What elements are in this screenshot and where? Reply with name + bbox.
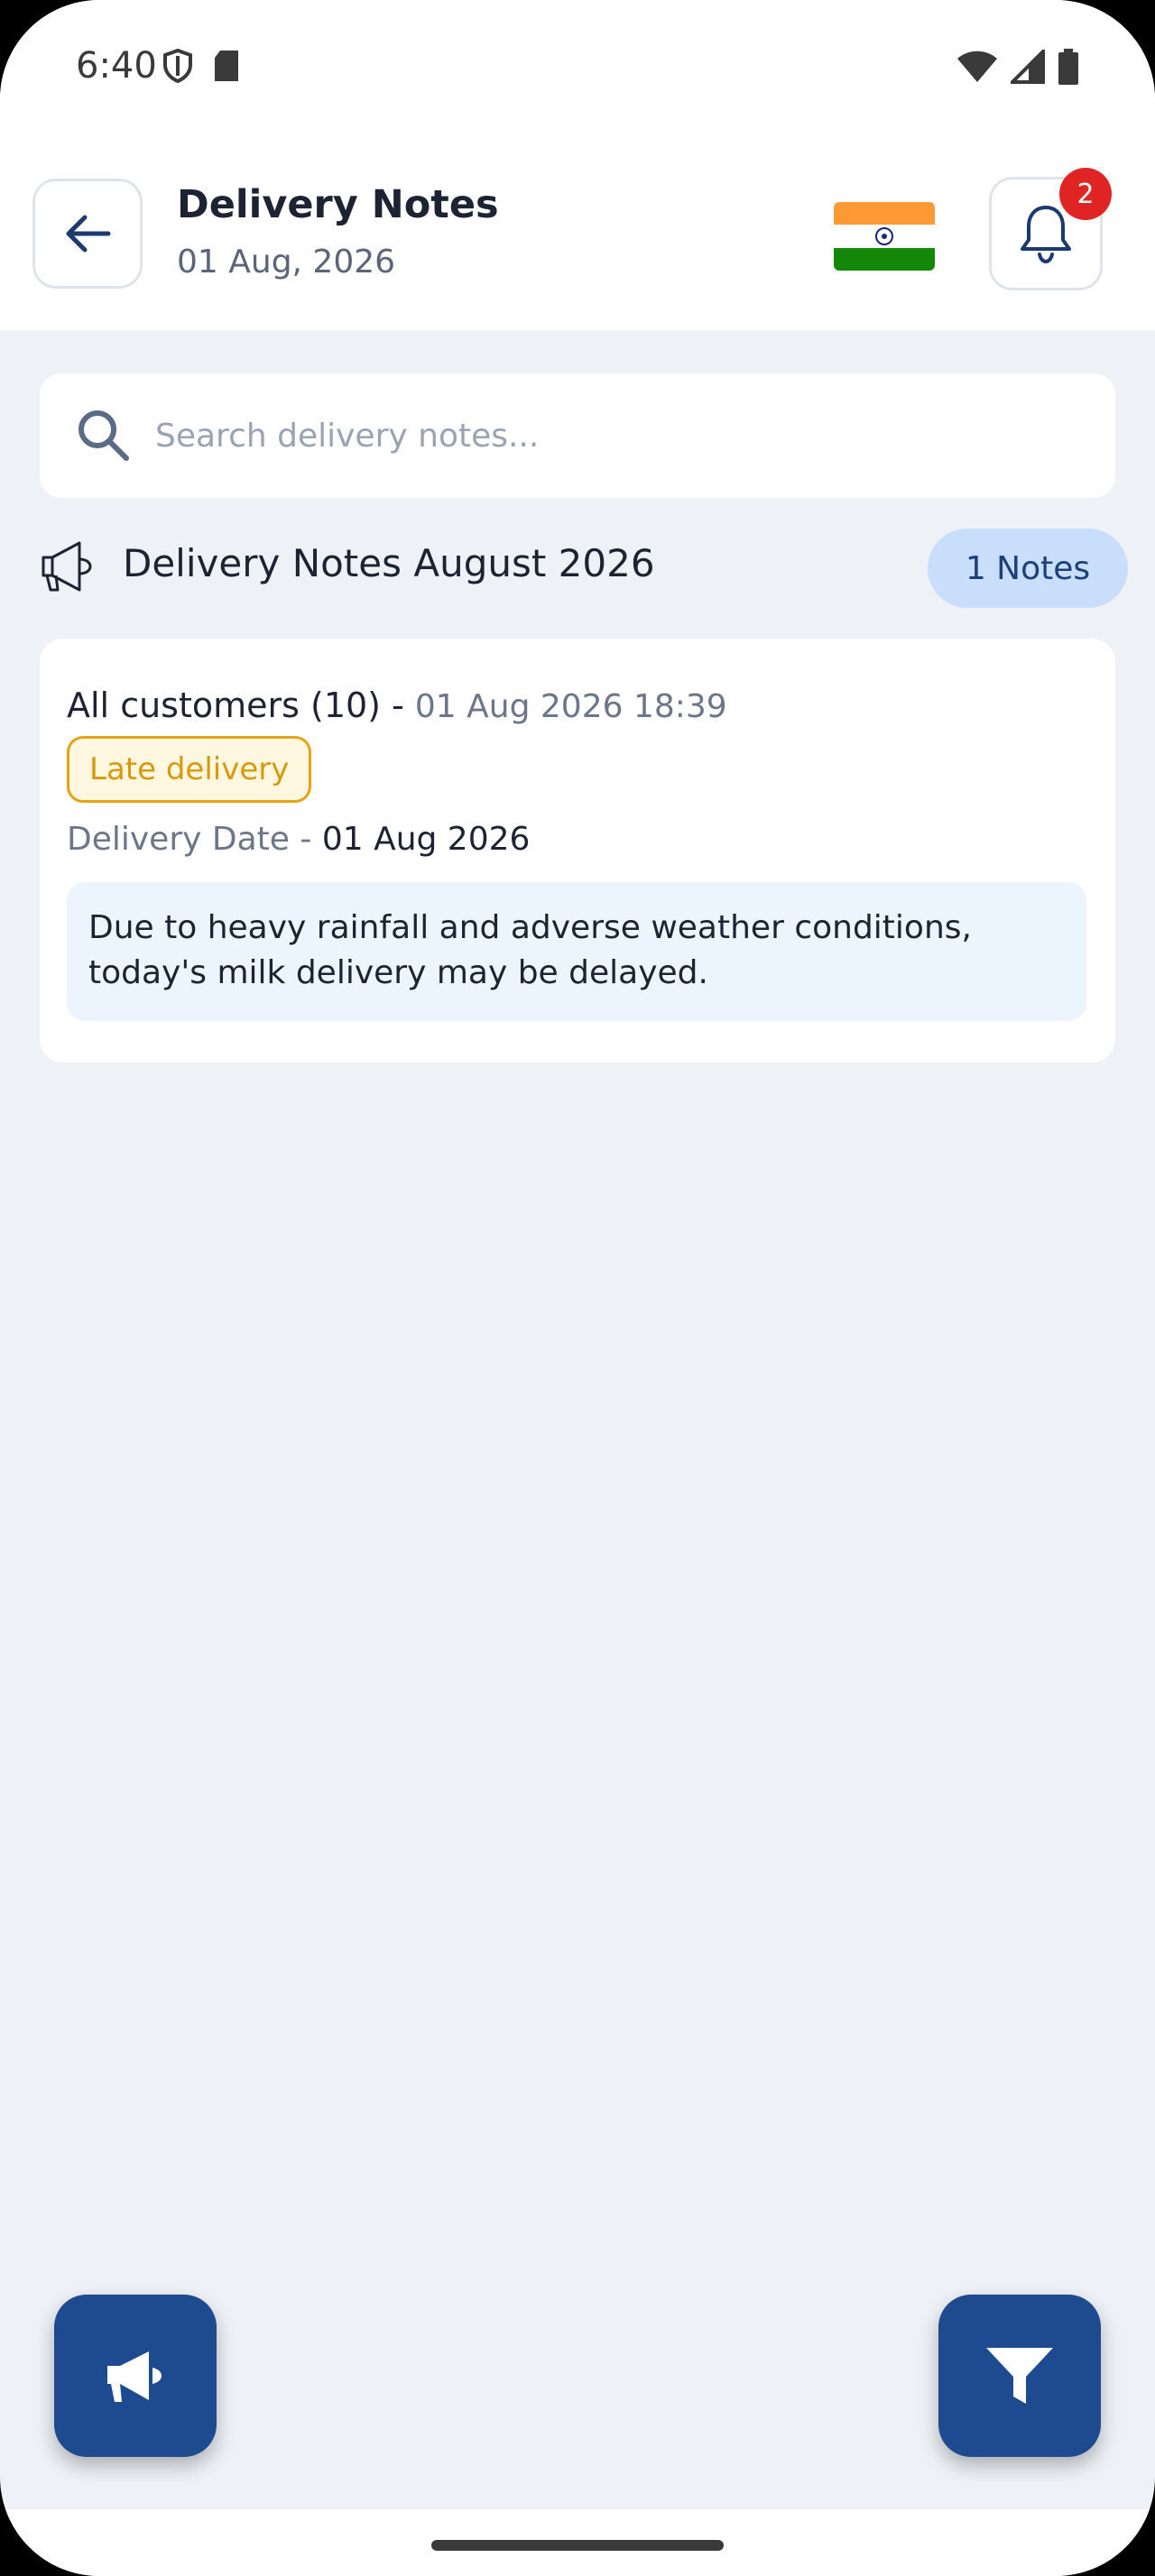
delivery-date-value: 01 Aug 2026	[321, 821, 531, 858]
notification-badge: 2	[1059, 168, 1112, 220]
status-left-icons	[162, 49, 240, 83]
note-delivery-date: Delivery Date - 01 Aug 2026	[67, 821, 530, 858]
page-title: Delivery Notes	[177, 182, 499, 227]
battery-icon	[1058, 49, 1078, 85]
signal-icon	[1011, 50, 1045, 84]
note-header: All customers (10) - 01 Aug 2026 18:39	[67, 685, 727, 725]
section-title: Delivery Notes August 2026	[123, 541, 655, 585]
ashoka-chakra-icon	[875, 227, 893, 246]
shield-icon	[163, 49, 192, 83]
notes-count-badge: 1 Notes	[928, 529, 1128, 608]
back-button[interactable]	[32, 179, 143, 289]
app-header: Delivery Notes 01 Aug, 2026 2	[0, 144, 1155, 330]
note-tag: Late delivery	[67, 736, 312, 803]
delivery-date-label: Delivery Date -	[67, 821, 312, 858]
arrow-left-icon	[66, 215, 111, 253]
search-bar	[40, 373, 1115, 498]
note-timestamp: 01 Aug 2026 18:39	[414, 688, 727, 725]
filter-button[interactable]	[938, 2295, 1101, 2457]
announce-button[interactable]	[54, 2295, 217, 2457]
status-time: 6:40	[76, 45, 157, 87]
note-message: Due to heavy rainfall and adverse weathe…	[67, 882, 1086, 1021]
home-gesture-bar[interactable]	[431, 2540, 724, 2551]
search-input[interactable]	[155, 373, 1076, 498]
note-card[interactable]: All customers (10) - 01 Aug 2026 18:39 L…	[40, 639, 1115, 1063]
note-audience: All customers (10) -	[67, 685, 404, 725]
app-screen: 6:40 Delivery Notes 01 Aug, 2026 2 Searc…	[0, 0, 1155, 2576]
page-date: 01 Aug, 2026	[177, 244, 396, 281]
megaphone-icon	[107, 2351, 162, 2402]
status-right-icons	[956, 49, 1079, 85]
india-flag[interactable]	[834, 202, 935, 271]
search-icon	[79, 410, 129, 461]
status-bar: 6:40	[0, 0, 1155, 144]
sd-card-icon	[215, 51, 238, 81]
filter-icon	[986, 2348, 1053, 2404]
wifi-icon	[957, 51, 997, 82]
megaphone-icon	[42, 541, 92, 592]
